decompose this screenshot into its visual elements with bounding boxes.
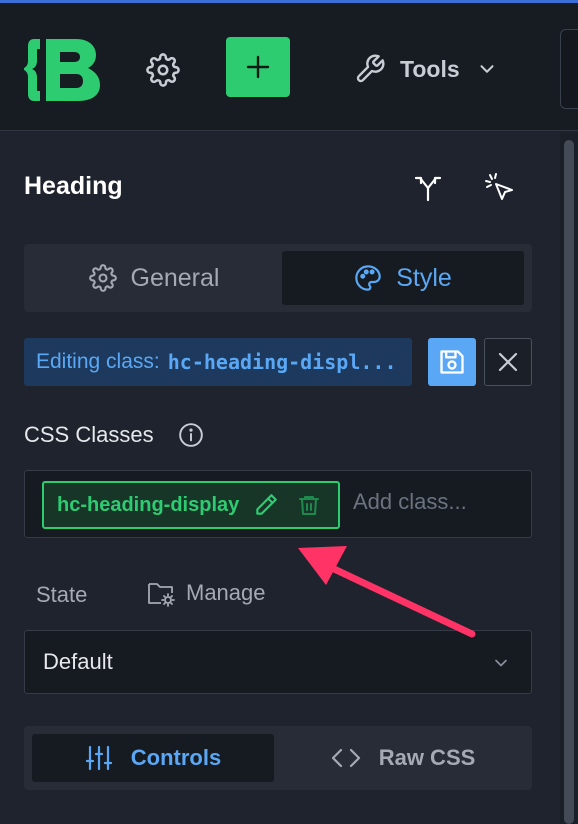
scrollbar-thumb[interactable]	[564, 140, 574, 824]
close-editing-button[interactable]	[484, 338, 532, 386]
tab-raw-css[interactable]: Raw CSS	[282, 734, 524, 782]
toolbar: Tools	[0, 3, 578, 131]
toolbar-overflow-edge	[560, 29, 578, 109]
class-chip-label: hc-heading-display	[57, 493, 240, 516]
palette-icon	[354, 264, 382, 292]
builder-logo-icon[interactable]	[24, 33, 102, 105]
state-select[interactable]: Default	[24, 630, 532, 694]
mode-tabs: Controls Raw CSS	[24, 726, 532, 790]
plus-icon	[246, 55, 270, 79]
close-icon	[498, 352, 518, 372]
info-icon[interactable]	[178, 422, 204, 448]
save-icon	[440, 350, 464, 374]
class-chip[interactable]: hc-heading-display	[42, 481, 340, 529]
fork-icon[interactable]	[412, 172, 444, 204]
manage-label: Manage	[186, 580, 266, 605]
app-root: Tools Heading General Style Editing clas…	[0, 0, 578, 824]
css-classes-field: hc-heading-display	[24, 470, 532, 538]
chevron-down-icon	[480, 65, 494, 73]
settings-button[interactable]	[146, 53, 180, 87]
tab-general[interactable]: General	[30, 251, 278, 305]
tools-label: Tools	[400, 55, 460, 82]
save-class-button[interactable]	[428, 338, 476, 386]
tab-style-label: Style	[396, 263, 452, 292]
chevron-down-icon	[495, 659, 507, 667]
panel-tabs: General Style	[24, 244, 532, 312]
tab-controls[interactable]: Controls	[32, 734, 274, 782]
editing-prefix: Editing class:	[36, 350, 160, 373]
pencil-icon[interactable]	[253, 492, 279, 518]
cursor-select-icon[interactable]	[484, 172, 516, 204]
state-label: State	[36, 582, 88, 607]
tab-style[interactable]: Style	[282, 251, 524, 305]
gear-icon	[146, 53, 180, 87]
sliders-icon	[85, 744, 113, 772]
state-select-value: Default	[43, 649, 113, 674]
tab-controls-label: Controls	[130, 745, 222, 770]
gear-icon	[88, 264, 117, 292]
manage-states-button[interactable]: Manage	[146, 578, 266, 608]
trash-icon[interactable]	[297, 493, 321, 517]
style-panel: Heading General Style Editing class: hc-…	[0, 132, 578, 824]
css-classes-label: CSS Classes	[24, 422, 154, 447]
wrench-icon	[356, 54, 385, 83]
add-element-button[interactable]	[226, 37, 290, 97]
code-icon	[331, 746, 361, 770]
editing-class-name: hc-heading-displ...	[167, 350, 397, 374]
tools-menu-button[interactable]: Tools	[354, 49, 498, 89]
panel-title: Heading	[24, 172, 123, 200]
tab-raw-css-label: Raw CSS	[378, 745, 476, 770]
editing-class-banner: Editing class: hc-heading-displ...	[24, 338, 412, 386]
add-class-input[interactable]	[353, 489, 523, 515]
folder-gear-icon	[148, 583, 175, 607]
tab-general-label: General	[130, 263, 220, 292]
